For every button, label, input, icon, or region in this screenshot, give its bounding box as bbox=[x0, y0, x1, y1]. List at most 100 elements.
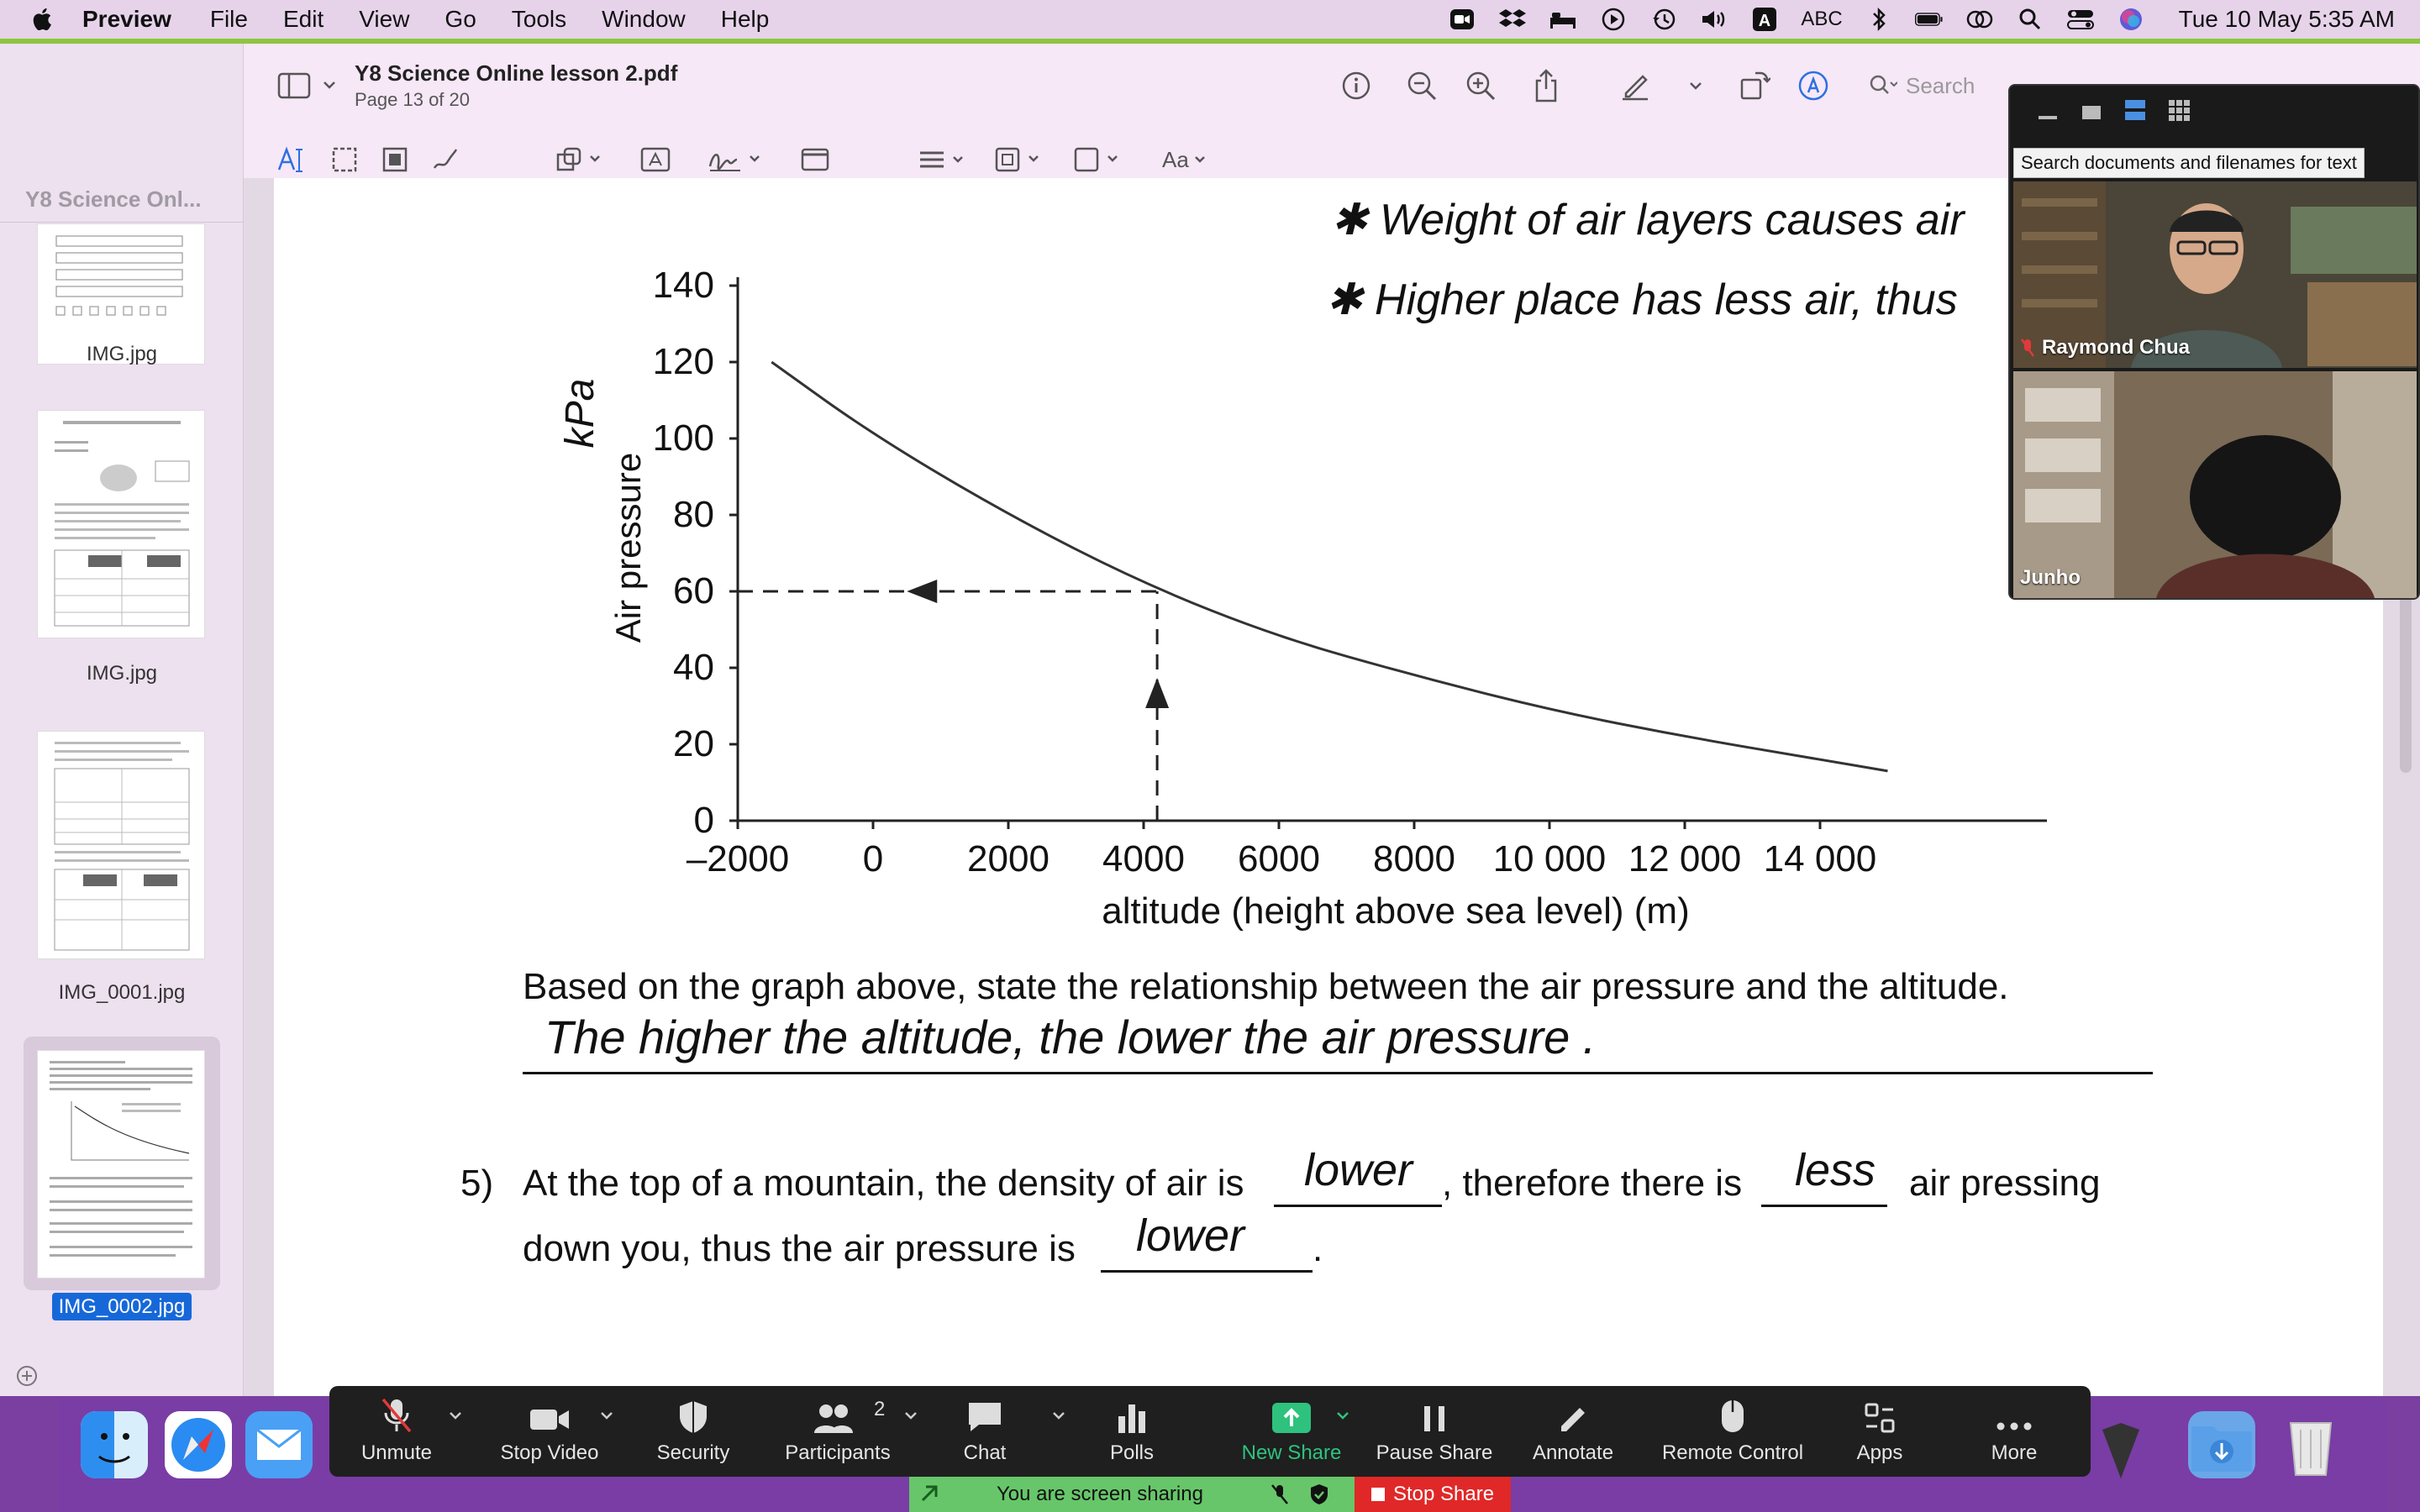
info-icon[interactable] bbox=[1338, 69, 1375, 102]
text-box-icon[interactable] bbox=[639, 143, 672, 176]
svg-text:Aa: Aa bbox=[1162, 147, 1189, 172]
rotate-icon[interactable] bbox=[1736, 69, 1773, 102]
dropbox-icon[interactable] bbox=[1498, 7, 1527, 32]
fill-color-icon[interactable] bbox=[1072, 143, 1126, 176]
chat-label: Chat bbox=[963, 1441, 1007, 1464]
instant-alpha-icon[interactable] bbox=[378, 143, 412, 176]
menu-window[interactable]: Window bbox=[602, 6, 686, 33]
unmute-button[interactable]: Unmute bbox=[346, 1394, 447, 1472]
muted-mic-icon bbox=[2020, 339, 2035, 357]
line-style-icon[interactable] bbox=[916, 143, 970, 176]
menu-help[interactable]: Help bbox=[721, 6, 770, 33]
video-tile-raymond[interactable]: Raymond Chua bbox=[2013, 181, 2417, 368]
safari-dock-icon[interactable] bbox=[165, 1411, 232, 1478]
x-tick-label: 0 bbox=[863, 838, 883, 879]
menu-go[interactable]: Go bbox=[445, 6, 476, 33]
blank-line-1 bbox=[1274, 1205, 1442, 1207]
apps-button[interactable]: Apps bbox=[1833, 1394, 1926, 1472]
menu-app-name[interactable]: Preview bbox=[82, 6, 171, 33]
chat-button[interactable]: Chat bbox=[934, 1394, 1035, 1472]
zoom-in-icon[interactable] bbox=[1462, 69, 1499, 102]
question-5-part2: , therefore there is bbox=[1442, 1163, 1743, 1204]
apps-icon bbox=[1865, 1403, 1895, 1433]
rect-selection-icon[interactable] bbox=[328, 143, 361, 176]
handwritten-note-2-text: Higher place has less air, thus bbox=[1375, 276, 1958, 324]
menu-file[interactable]: File bbox=[210, 6, 248, 33]
hide-video-icon[interactable] bbox=[2079, 102, 2104, 123]
thumbnail-page-4[interactable] bbox=[37, 1050, 205, 1278]
participant-name-raymond: Raymond Chua bbox=[2020, 336, 2190, 360]
share-icon[interactable] bbox=[1528, 69, 1565, 102]
bluetooth-icon[interactable] bbox=[1865, 7, 1893, 32]
speaker-view-icon[interactable] bbox=[2123, 97, 2148, 123]
pause-share-button[interactable]: Pause Share bbox=[1371, 1394, 1497, 1472]
question-5-part1: At the top of a mountain, the density of… bbox=[523, 1163, 1244, 1204]
trash-dock-icon[interactable] bbox=[2277, 1411, 2344, 1478]
text-style-icon[interactable]: Aa bbox=[1160, 143, 1213, 176]
zoom-meeting-controls: Unmute Stop Video Security Participants … bbox=[329, 1386, 2091, 1477]
spotlight-icon[interactable] bbox=[2016, 7, 2044, 32]
play-icon[interactable] bbox=[1599, 7, 1628, 32]
muted-mic-icon bbox=[381, 1398, 412, 1433]
sidebar-toggle-button[interactable] bbox=[277, 69, 338, 102]
page-layout-icon[interactable] bbox=[798, 143, 832, 176]
minimize-video-icon[interactable] bbox=[2035, 102, 2060, 123]
downloads-stack-icon[interactable] bbox=[2094, 1420, 2148, 1478]
downloads-folder-dock-icon[interactable] bbox=[2188, 1411, 2255, 1478]
share-options-chevron-icon[interactable] bbox=[1334, 1406, 1351, 1423]
participants-chevron-icon[interactable] bbox=[902, 1406, 919, 1423]
add-page-icon[interactable] bbox=[15, 1364, 39, 1388]
sketch-icon[interactable] bbox=[429, 143, 462, 176]
security-button[interactable]: Security bbox=[639, 1394, 748, 1472]
handwritten-note-1-text: Weight of air layers causes air bbox=[1380, 196, 1965, 244]
audio-options-chevron-icon[interactable] bbox=[447, 1406, 464, 1423]
siri-icon[interactable] bbox=[2117, 7, 2145, 32]
finder-dock-icon[interactable] bbox=[81, 1411, 148, 1478]
gallery-view-icon[interactable] bbox=[2166, 97, 2191, 123]
chat-chevron-icon[interactable] bbox=[1050, 1406, 1067, 1423]
blank-line-3 bbox=[1101, 1270, 1313, 1273]
input-source-icon[interactable]: A bbox=[1750, 7, 1779, 32]
remote-control-button[interactable]: Remote Control bbox=[1649, 1394, 1817, 1472]
question-5-blank3: lower bbox=[1136, 1210, 1245, 1261]
zoom-out-icon[interactable] bbox=[1403, 69, 1440, 102]
thumbnail-label-4-selected: IMG_0002.jpg bbox=[0, 1293, 244, 1320]
shapes-icon[interactable] bbox=[555, 143, 605, 176]
handwritten-note-2: ✱ Higher place has less air, thus bbox=[1326, 276, 1958, 324]
bed-icon[interactable] bbox=[1549, 7, 1577, 32]
clock[interactable]: Tue 10 May 5:35 AM bbox=[2179, 6, 2395, 33]
x-axis-label: altitude (height above sea level) (m) bbox=[1102, 890, 1689, 932]
markup-pen-icon[interactable] bbox=[1617, 69, 1654, 102]
thumbnail-page-2[interactable] bbox=[37, 410, 205, 638]
pressure-curve bbox=[771, 360, 1888, 773]
time-machine-icon[interactable] bbox=[1649, 7, 1678, 32]
battery-icon[interactable] bbox=[1914, 7, 1944, 32]
sidebar-title: Y8 Science Onl... bbox=[25, 186, 202, 212]
y-tick-label: 100 bbox=[653, 417, 714, 459]
search-field[interactable]: Search bbox=[1857, 66, 2025, 106]
video-tile-junho[interactable]: Junho bbox=[2013, 371, 2417, 598]
annotate-button[interactable]: Annotate bbox=[1514, 1394, 1632, 1472]
volume-icon[interactable] bbox=[1700, 7, 1728, 32]
menu-view[interactable]: View bbox=[359, 6, 409, 33]
stop-video-label: Stop Video bbox=[500, 1441, 599, 1464]
stop-share-button[interactable]: Stop Share bbox=[1355, 1477, 1511, 1512]
polls-button[interactable]: Polls bbox=[1086, 1394, 1178, 1472]
stop-video-button[interactable]: Stop Video bbox=[491, 1394, 608, 1472]
apple-icon[interactable] bbox=[29, 5, 57, 34]
zoom-status-icon[interactable] bbox=[1448, 7, 1476, 32]
annotate-circle-icon[interactable] bbox=[1795, 69, 1832, 102]
thumbnail-page-3[interactable] bbox=[37, 731, 205, 959]
video-options-chevron-icon[interactable] bbox=[598, 1406, 615, 1423]
mail-dock-icon[interactable] bbox=[245, 1411, 313, 1478]
screen-mirroring-icon[interactable] bbox=[1965, 7, 1994, 32]
border-color-icon[interactable] bbox=[993, 143, 1047, 176]
text-selection-icon[interactable] bbox=[274, 143, 308, 176]
control-center-icon[interactable] bbox=[2066, 7, 2095, 32]
menu-tools[interactable]: Tools bbox=[512, 6, 566, 33]
markup-menu-chevron-icon[interactable] bbox=[1677, 69, 1714, 102]
signature-icon[interactable] bbox=[706, 143, 766, 176]
more-button[interactable]: More bbox=[1968, 1394, 2060, 1472]
menu-edit[interactable]: Edit bbox=[283, 6, 324, 33]
question-4-prompt: Based on the graph above, state the rela… bbox=[523, 966, 2009, 1007]
